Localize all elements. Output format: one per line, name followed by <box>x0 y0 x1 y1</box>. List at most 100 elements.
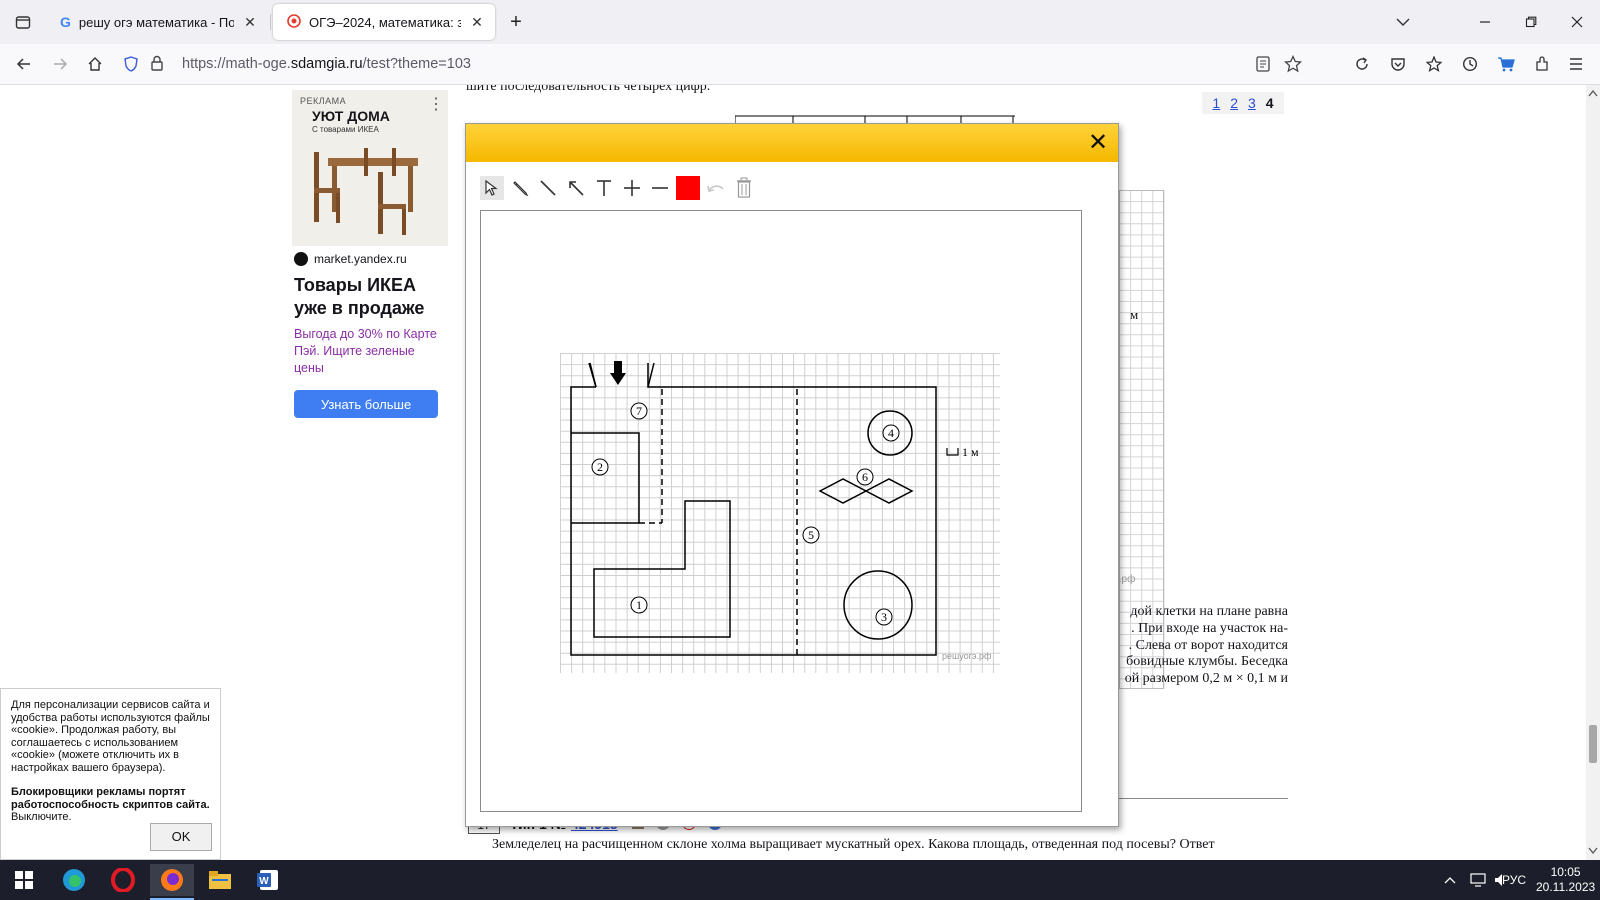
text-tool-icon[interactable] <box>592 176 616 200</box>
page-link-2[interactable]: 2 <box>1230 95 1238 111</box>
drawing-dialog: ✕ 1 2 3 4 5 6 7 1 м решуогэ.рф <box>465 123 1119 827</box>
dining-set-image <box>314 148 418 235</box>
ad-title[interactable]: Товары ИКЕА уже в продаже <box>294 274 444 320</box>
ad-menu-icon[interactable]: ⋮ <box>428 94 444 114</box>
page-current: 4 <box>1265 95 1274 111</box>
plan-scale-label: 1 м <box>962 445 979 459</box>
text-line: . Слева от ворот находится <box>1128 637 1288 653</box>
opera-icon[interactable] <box>101 864 145 896</box>
history-icon[interactable] <box>1456 50 1484 78</box>
ad-source[interactable]: market.yandex.ru <box>294 252 407 266</box>
page-link-1[interactable]: 1 <box>1212 95 1220 111</box>
svg-text:1: 1 <box>636 598 642 612</box>
tracking-shield-icon[interactable] <box>124 56 138 75</box>
bookmark-star-icon[interactable] <box>1283 54 1303 76</box>
back-icon[interactable] <box>10 50 38 78</box>
line-tool-icon[interactable] <box>536 176 560 200</box>
new-tab-button[interactable]: + <box>500 0 532 44</box>
lock-icon[interactable] <box>150 55 164 74</box>
text-line: . При входе на участок на- <box>1131 620 1288 636</box>
drawing-canvas[interactable]: 1 2 3 4 5 6 7 1 м решуогэ.рф <box>480 210 1082 812</box>
sdamgia-favicon-icon <box>287 13 301 31</box>
ad-cta-button[interactable]: Узнать больше <box>294 390 438 418</box>
ad-banner-image[interactable]: РЕКЛАМА ⋮ УЮТ ДОМА С товарами ИКЕА <box>292 90 448 246</box>
text-line: бовидные клумбы. Беседка <box>1126 654 1288 670</box>
adblock-warning-bold: Блокировщики рекламы портят работоспособ… <box>11 786 210 811</box>
file-explorer-icon[interactable] <box>198 864 242 896</box>
edge-icon[interactable] <box>52 864 96 896</box>
svg-text:6: 6 <box>862 470 868 484</box>
firefox-icon[interactable] <box>150 864 194 896</box>
clock-date: 20.11.2023 <box>1536 880 1596 894</box>
ad-banner-headline: УЮТ ДОМА <box>312 108 390 124</box>
minimize-icon[interactable] <box>1462 0 1508 44</box>
plan-label-6: 6 <box>856 468 874 486</box>
reload-icon[interactable] <box>1348 50 1376 78</box>
windows-start-icon[interactable] <box>2 864 46 896</box>
url-text[interactable]: https://math-oge.sdamgia.ru/test?theme=1… <box>182 56 471 72</box>
undo-icon[interactable] <box>704 176 728 200</box>
plan-label-5: 5 <box>802 526 820 544</box>
page-link-3[interactable]: 3 <box>1248 95 1256 111</box>
adblock-warning: Блокировщики рекламы портят работоспособ… <box>11 786 210 824</box>
clock-time: 10:05 <box>1550 865 1581 879</box>
scrollbar-thumb[interactable] <box>1589 725 1597 763</box>
ad-promo-text[interactable]: Выгода до 30% по Карте Пэй. Ищите зелены… <box>294 326 444 377</box>
text-line: ой размером 0,2 м × 0,1 м и <box>1124 671 1288 687</box>
tray-chevron-icon[interactable] <box>1444 860 1456 900</box>
zoom-out-minus-icon[interactable] <box>648 176 672 200</box>
plan-watermark: решуогэ.рф <box>942 651 992 661</box>
windows-taskbar: W РУС 10:05 20.11.2023 <box>0 860 1600 900</box>
menu-icon[interactable] <box>1562 50 1590 78</box>
svg-text:4: 4 <box>888 426 894 440</box>
ad-banner-subtitle: С товарами ИКЕА <box>312 125 379 134</box>
ad-source-text: market.yandex.ru <box>314 252 407 266</box>
cart-icon[interactable] <box>1492 50 1520 78</box>
plan-label-4: 4 <box>882 424 900 442</box>
cookie-ok-button[interactable]: OK <box>150 823 212 851</box>
page-scrollbar[interactable] <box>1586 85 1600 860</box>
svg-text:W: W <box>259 876 269 887</box>
advertisement[interactable]: РЕКЛАМА ⋮ УЮТ ДОМА С товарами ИКЕА marke… <box>292 90 448 420</box>
color-picker[interactable] <box>676 176 700 200</box>
network-icon[interactable] <box>1470 860 1488 900</box>
close-dialog-icon[interactable]: ✕ <box>1086 131 1110 155</box>
clock[interactable]: 10:05 20.11.2023 <box>1536 860 1595 900</box>
reader-view-icon[interactable] <box>1256 56 1270 75</box>
task-text-right: дой клетки на плане равна . При входе на… <box>1122 604 1288 688</box>
tab-bar: G решу огэ математика - Поиск ✕ ОГЭ–2024… <box>0 0 1600 44</box>
task-17-text: Земледелец на расчищенном склоне холма в… <box>492 837 1215 852</box>
adblock-warning-tail: Выключите. <box>11 811 72 823</box>
close-tab-icon[interactable]: ✕ <box>242 14 258 31</box>
tab-list-icon[interactable] <box>0 0 46 44</box>
bookmarks-icon[interactable] <box>1420 50 1448 78</box>
tab-title: решу огэ математика - Поиск <box>78 14 234 30</box>
svg-text:2: 2 <box>597 460 603 474</box>
list-all-tabs-icon[interactable] <box>1380 0 1426 44</box>
restore-icon[interactable] <box>1508 0 1554 44</box>
tab-oge[interactable]: ОГЭ–2024, математика: задани ✕ <box>273 4 495 40</box>
background-scale-m: м <box>1130 307 1139 322</box>
cookie-text: Для персонализации сервисов сайта и удоб… <box>11 699 210 774</box>
navigation-bar: https://math-oge.sdamgia.ru/test?theme=1… <box>0 44 1600 85</box>
language-indicator[interactable]: РУС <box>1502 860 1526 900</box>
pencil-icon[interactable] <box>508 176 532 200</box>
extensions-icon[interactable] <box>1528 50 1556 78</box>
word-icon[interactable]: W <box>246 864 290 896</box>
tab-search[interactable]: G решу огэ математика - Поиск ✕ <box>46 4 268 40</box>
home-icon[interactable] <box>81 50 109 78</box>
garden-plan-figure: 1 2 3 4 5 6 7 1 м решуогэ.рф <box>560 353 1000 673</box>
forward-icon[interactable] <box>46 50 74 78</box>
arrow-tool-icon[interactable] <box>564 176 588 200</box>
color-swatch[interactable] <box>676 176 700 200</box>
dialog-header[interactable]: ✕ <box>466 124 1118 162</box>
plan-label-2: 2 <box>591 458 609 476</box>
close-window-icon[interactable] <box>1554 0 1600 44</box>
trash-icon[interactable] <box>732 176 756 200</box>
close-tab-icon[interactable]: ✕ <box>469 14 485 31</box>
plan-label-1: 1 <box>630 596 648 614</box>
zoom-in-plus-icon[interactable] <box>620 176 644 200</box>
tab-title: ОГЭ–2024, математика: задани <box>309 14 461 30</box>
select-arrow-icon[interactable] <box>480 176 504 200</box>
pocket-icon[interactable] <box>1384 50 1412 78</box>
